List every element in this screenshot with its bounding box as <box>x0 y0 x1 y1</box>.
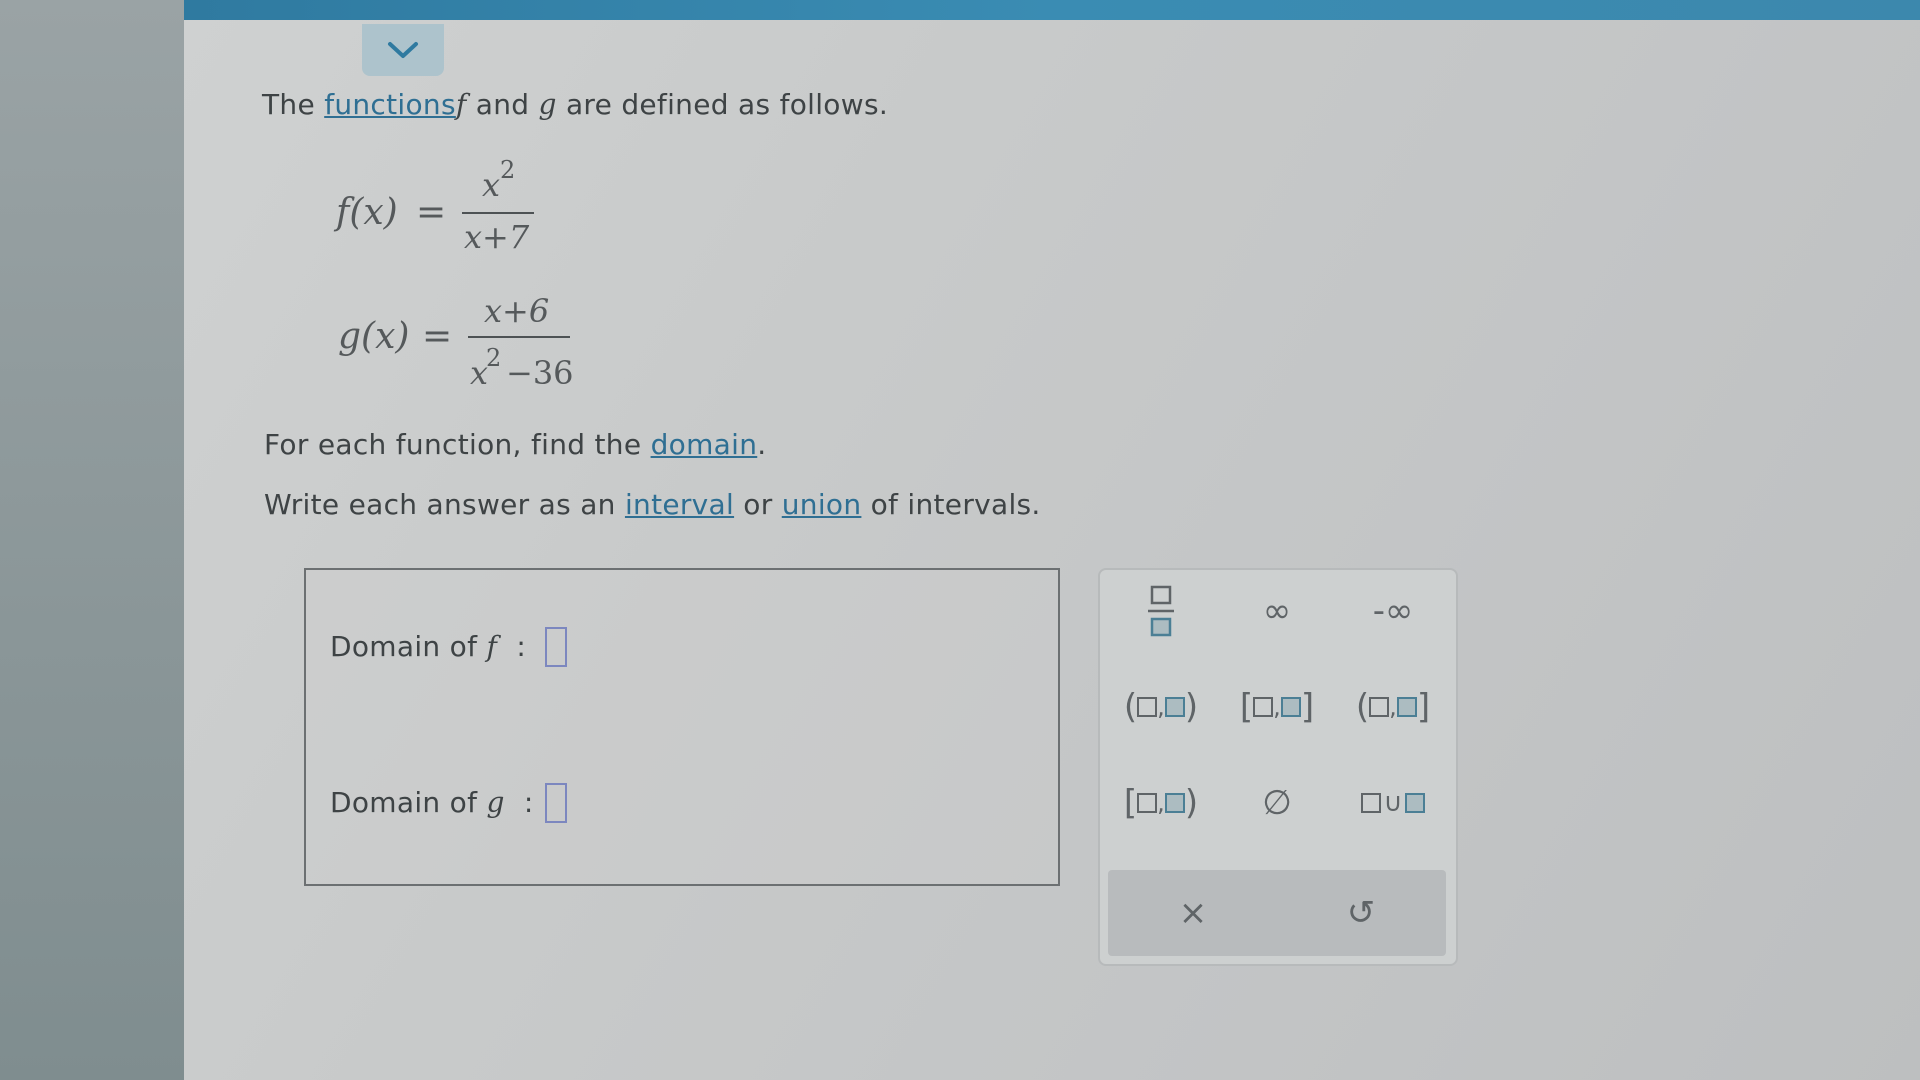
g-fraction-bar <box>468 336 570 338</box>
f-denominator: x+7 <box>464 218 530 256</box>
answer-box <box>304 568 1060 886</box>
f-numerator: x <box>482 166 501 204</box>
intro-text: The functionsf and g are defined as foll… <box>262 88 889 121</box>
chevron-down-icon <box>388 42 418 58</box>
close-icon: × <box>1178 893 1208 933</box>
fraction-icon <box>1148 585 1174 637</box>
f-fraction-bar <box>462 212 534 214</box>
empty-set-icon: ∅ <box>1262 783 1292 823</box>
domain-f-input[interactable] <box>545 627 567 667</box>
domain-g-input[interactable] <box>545 783 567 823</box>
functions-link[interactable]: functions <box>324 88 456 121</box>
domain-f-label: Domain of f : <box>330 630 527 663</box>
closed-closed-interval-key[interactable]: [,] <box>1222 672 1332 742</box>
left-sidebar <box>0 0 186 1080</box>
undo-icon: ↺ <box>1346 893 1376 933</box>
clear-button[interactable]: × <box>1138 878 1248 948</box>
keypad-footer: × ↺ <box>1108 870 1446 956</box>
domain-link[interactable]: domain <box>651 428 758 461</box>
top-header-bar <box>184 0 1920 20</box>
union-link[interactable]: union <box>782 488 862 521</box>
math-keypad: ∞ -∞ (,) [,] (,] [,) ∅ ∪ × ↺ <box>1098 568 1458 966</box>
g-numerator: x+6 <box>484 292 550 330</box>
collapse-button[interactable] <box>362 24 444 76</box>
open-open-interval-key[interactable]: (,) <box>1106 672 1216 742</box>
instruction-interval: Write each answer as an interval or unio… <box>264 488 1041 521</box>
open-closed-interval-key[interactable]: (,] <box>1338 672 1448 742</box>
empty-set-key[interactable]: ∅ <box>1222 768 1332 838</box>
question-panel <box>184 20 1920 1080</box>
union-key[interactable]: ∪ <box>1338 768 1448 838</box>
fraction-key[interactable] <box>1106 576 1216 646</box>
domain-g-label: Domain of g : <box>330 786 534 819</box>
closed-open-interval-key[interactable]: [,) <box>1106 768 1216 838</box>
instruction-domain: For each function, find the domain. <box>264 428 767 461</box>
interval-link[interactable]: interval <box>625 488 734 521</box>
infinity-key[interactable]: ∞ <box>1222 576 1332 646</box>
negative-infinity-key[interactable]: -∞ <box>1338 576 1448 646</box>
undo-button[interactable]: ↺ <box>1306 878 1416 948</box>
